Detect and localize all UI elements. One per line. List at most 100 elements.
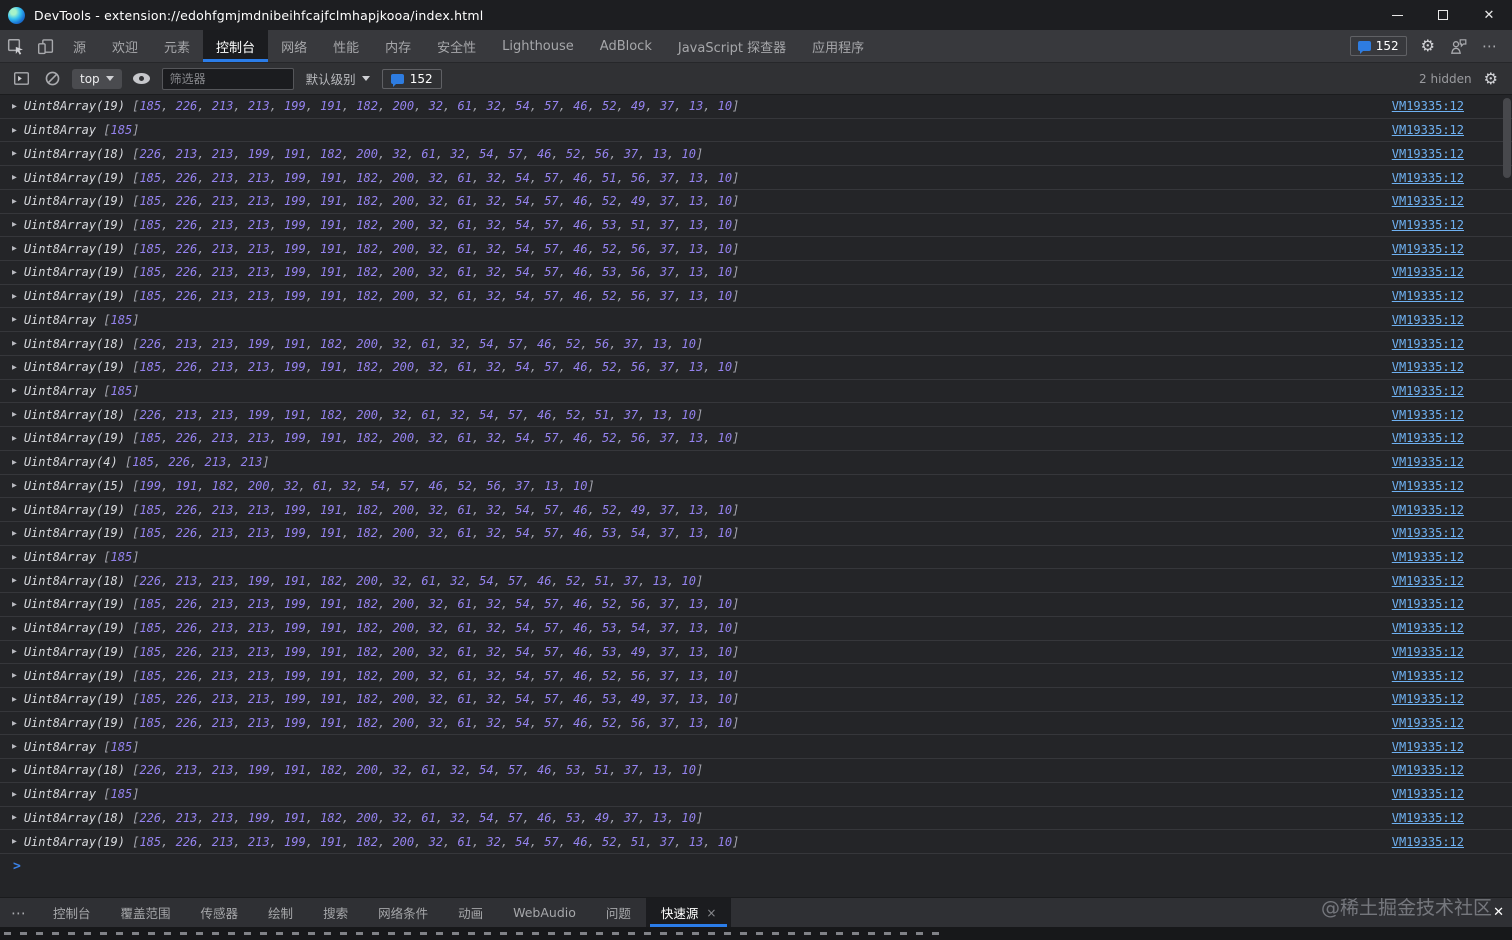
console-log-row[interactable]: ▶ Uint8Array [185] VM19335:12 xyxy=(0,783,1512,807)
expand-arrow-icon[interactable]: ▶ xyxy=(12,813,17,822)
console-log-row[interactable]: ▶ Uint8Array(19) [185, 226, 213, 213, 199… xyxy=(0,237,1512,262)
source-link[interactable]: VM19335:12 xyxy=(1392,455,1464,469)
drawer-tab-1[interactable]: 覆盖范围 xyxy=(106,898,186,927)
console-log-row[interactable]: ▶ Uint8Array [185] VM19335:12 xyxy=(0,546,1512,570)
console-log-row[interactable]: ▶ Uint8Array(19) [185, 226, 213, 213, 199… xyxy=(0,214,1512,238)
drawer-more-tools-button[interactable]: ⋯ xyxy=(0,898,38,927)
console-log-row[interactable]: ▶ Uint8Array(19) [185, 226, 213, 213, 199… xyxy=(0,427,1512,451)
tab-10[interactable]: JavaScript 探查器 xyxy=(665,30,799,62)
console-log-row[interactable]: ▶ Uint8Array(19) [185, 226, 213, 213, 199… xyxy=(0,617,1512,641)
settings-gear-icon[interactable]: ⚙ xyxy=(1421,38,1435,54)
source-link[interactable]: VM19335:12 xyxy=(1392,621,1464,635)
console-log-row[interactable]: ▶ Uint8Array(19) [185, 226, 213, 213, 199… xyxy=(0,190,1512,214)
source-link[interactable]: VM19335:12 xyxy=(1392,645,1464,659)
expand-arrow-icon[interactable]: ▶ xyxy=(12,671,17,680)
console-log-row[interactable]: ▶ Uint8Array(19) [185, 226, 213, 213, 199… xyxy=(0,593,1512,617)
expand-arrow-icon[interactable]: ▶ xyxy=(12,837,17,846)
tab-3[interactable]: 控制台 xyxy=(203,30,269,62)
expand-arrow-icon[interactable]: ▶ xyxy=(12,386,17,395)
expand-arrow-icon[interactable]: ▶ xyxy=(12,647,17,656)
javascript-context-dropdown[interactable]: top xyxy=(72,68,122,89)
close-tab-icon[interactable]: × xyxy=(706,906,716,920)
console-log-row[interactable]: ▶ Uint8Array(19) [185, 226, 213, 213, 199… xyxy=(0,712,1512,736)
expand-arrow-icon[interactable]: ▶ xyxy=(12,220,17,229)
expand-arrow-icon[interactable]: ▶ xyxy=(12,694,17,703)
source-link[interactable]: VM19335:12 xyxy=(1392,574,1464,588)
drawer-tab-9[interactable]: 快速源 × xyxy=(645,898,732,927)
close-button[interactable]: ✕ xyxy=(1466,0,1512,30)
expand-arrow-icon[interactable]: ▶ xyxy=(12,552,17,561)
tab-1[interactable]: 欢迎 xyxy=(99,30,151,62)
source-link[interactable]: VM19335:12 xyxy=(1392,669,1464,683)
tab-0[interactable]: 源 xyxy=(60,30,99,62)
drawer-tab-8[interactable]: 问题 xyxy=(591,898,646,927)
more-options-icon[interactable]: ⋯ xyxy=(1482,37,1498,55)
console-log-row[interactable]: ▶ Uint8Array(19) [185, 226, 213, 213, 199… xyxy=(0,830,1512,854)
tab-4[interactable]: 网络 xyxy=(268,30,320,62)
tab-8[interactable]: Lighthouse xyxy=(489,30,587,62)
source-link[interactable]: VM19335:12 xyxy=(1392,431,1464,445)
source-link[interactable]: VM19335:12 xyxy=(1392,787,1464,801)
drawer-tab-3[interactable]: 绘制 xyxy=(253,898,308,927)
expand-arrow-icon[interactable]: ▶ xyxy=(12,339,17,348)
source-link[interactable]: VM19335:12 xyxy=(1392,242,1464,256)
console-message-badge[interactable]: 152 xyxy=(1349,36,1407,56)
console-log-row[interactable]: ▶ Uint8Array(19) [185, 226, 213, 213, 199… xyxy=(0,498,1512,522)
expand-arrow-icon[interactable]: ▶ xyxy=(12,623,17,632)
source-link[interactable]: VM19335:12 xyxy=(1392,123,1464,137)
source-link[interactable]: VM19335:12 xyxy=(1392,337,1464,351)
expand-arrow-icon[interactable]: ▶ xyxy=(12,718,17,727)
drawer-tab-7[interactable]: WebAudio xyxy=(498,898,591,927)
vertical-scrollbar-thumb[interactable] xyxy=(1503,98,1511,178)
tab-2[interactable]: 元素 xyxy=(151,30,203,62)
drawer-tab-6[interactable]: 动画 xyxy=(443,898,498,927)
tab-6[interactable]: 内存 xyxy=(372,30,424,62)
console-log-row[interactable]: ▶ Uint8Array [185] VM19335:12 xyxy=(0,308,1512,333)
console-log-row[interactable]: ▶ Uint8Array(18) [226, 213, 213, 199, 191… xyxy=(0,142,1512,167)
console-log-row[interactable]: ▶ Uint8Array(18) [226, 213, 213, 199, 191… xyxy=(0,759,1512,783)
filter-input[interactable] xyxy=(161,67,294,90)
drawer-tab-4[interactable]: 搜索 xyxy=(308,898,363,927)
expand-arrow-icon[interactable]: ▶ xyxy=(12,457,17,466)
expand-arrow-icon[interactable]: ▶ xyxy=(12,765,17,774)
expand-arrow-icon[interactable]: ▶ xyxy=(12,315,17,324)
console-log-row[interactable]: ▶ Uint8Array(19) [185, 226, 213, 213, 199… xyxy=(0,166,1512,190)
console-log-row[interactable]: ▶ Uint8Array(19) [185, 226, 213, 213, 199… xyxy=(0,688,1512,712)
console-log-row[interactable]: ▶ Uint8Array(18) [226, 213, 213, 199, 191… xyxy=(0,569,1512,594)
expand-arrow-icon[interactable]: ▶ xyxy=(12,481,17,490)
expand-arrow-icon[interactable]: ▶ xyxy=(12,173,17,182)
source-link[interactable]: VM19335:12 xyxy=(1392,313,1464,327)
expand-arrow-icon[interactable]: ▶ xyxy=(12,599,17,608)
source-link[interactable]: VM19335:12 xyxy=(1392,194,1464,208)
expand-arrow-icon[interactable]: ▶ xyxy=(12,267,17,276)
expand-arrow-icon[interactable]: ▶ xyxy=(12,576,17,585)
source-link[interactable]: VM19335:12 xyxy=(1392,289,1464,303)
console-log-row[interactable]: ▶ Uint8Array(18) [226, 213, 213, 199, 191… xyxy=(0,332,1512,356)
expand-arrow-icon[interactable]: ▶ xyxy=(12,505,17,514)
expand-arrow-icon[interactable]: ▶ xyxy=(12,149,17,158)
close-drawer-button[interactable]: ✕ xyxy=(1493,898,1504,927)
source-link[interactable]: VM19335:12 xyxy=(1392,218,1464,232)
source-link[interactable]: VM19335:12 xyxy=(1392,384,1464,398)
console-log-row[interactable]: ▶ Uint8Array [185] VM19335:12 xyxy=(0,380,1512,404)
console-log-row[interactable]: ▶ Uint8Array(19) [185, 226, 213, 213, 199… xyxy=(0,95,1512,119)
feedback-icon[interactable] xyxy=(1449,38,1468,55)
source-link[interactable]: VM19335:12 xyxy=(1392,716,1464,730)
source-link[interactable]: VM19335:12 xyxy=(1392,550,1464,564)
source-link[interactable]: VM19335:12 xyxy=(1392,503,1464,517)
console-log-row[interactable]: ▶ Uint8Array(19) [185, 226, 213, 213, 199… xyxy=(0,261,1512,285)
expand-arrow-icon[interactable]: ▶ xyxy=(12,362,17,371)
tab-11[interactable]: 应用程序 xyxy=(799,30,877,62)
expand-arrow-icon[interactable]: ▶ xyxy=(12,789,17,798)
expand-arrow-icon[interactable]: ▶ xyxy=(12,196,17,205)
source-link[interactable]: VM19335:12 xyxy=(1392,811,1464,825)
source-link[interactable]: VM19335:12 xyxy=(1392,360,1464,374)
console-log-row[interactable]: ▶ Uint8Array [185] VM19335:12 xyxy=(0,735,1512,760)
console-log-row[interactable]: ▶ Uint8Array(15) [199, 191, 182, 200, 32,… xyxy=(0,475,1512,499)
message-count-badge[interactable]: 152 xyxy=(381,68,442,89)
source-link[interactable]: VM19335:12 xyxy=(1392,763,1464,777)
inspect-element-button[interactable] xyxy=(0,30,30,62)
console-log-row[interactable]: ▶ Uint8Array(19) [185, 226, 213, 213, 199… xyxy=(0,522,1512,546)
maximize-button[interactable] xyxy=(1420,0,1466,30)
expand-arrow-icon[interactable]: ▶ xyxy=(12,291,17,300)
